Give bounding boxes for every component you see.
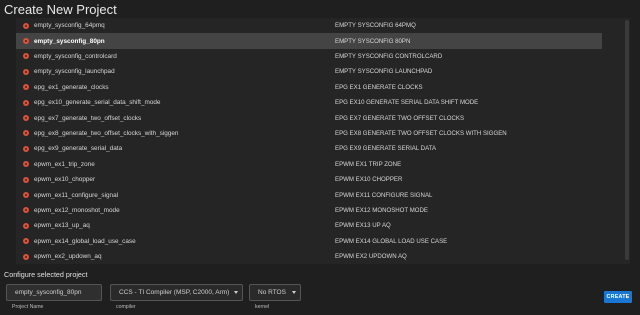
project-name: empty_sysconfig_64pmq [34, 22, 105, 30]
project-icon [23, 161, 29, 168]
project-name: epg_ex7_generate_two_offset_clocks [34, 114, 142, 122]
project-description: EPG EX8 GENERATE TWO OFFSET CLOCKS WITH … [335, 129, 507, 137]
project-name-field[interactable]: empty_sysconfig_80pn [6, 284, 102, 301]
scrollbar-thumb[interactable] [625, 20, 629, 260]
project-description: EPWM EX14 GLOBAL LOAD USE CASE [335, 237, 448, 245]
project-row[interactable]: epwm_ex1_trip_zone EPWM EX1 TRIP ZONE [16, 157, 602, 172]
project-row[interactable]: epwm_ex13_up_aq EPWM EX13 UP AQ [16, 218, 602, 233]
project-description: EPWM EX1 TRIP ZONE [335, 160, 402, 168]
project-row[interactable]: empty_sysconfig_launchpad EMPTY SYSCONFIG… [16, 64, 602, 79]
project-row[interactable]: epwm_ex2_updown_aq EPWM EX2 UPDOWN AQ [16, 249, 602, 264]
project-name: epg_ex8_generate_two_offset_clocks_with_… [34, 129, 179, 137]
project-row[interactable]: epwm_ex12_monoshot_mode EPWM EX12 MONOSHO… [16, 203, 602, 218]
project-description: EMPTY SYSCONFIG 64PMQ [335, 22, 416, 30]
project-icon [23, 192, 29, 199]
project-icon [23, 130, 29, 137]
project-description: EPG EX7 GENERATE TWO OFFSET CLOCKS [335, 114, 465, 122]
project-name: epwm_ex13_up_aq [34, 222, 90, 230]
chevron-down-icon [234, 291, 238, 294]
project-name: epg_ex9_generate_serial_data [34, 145, 123, 153]
create-button[interactable]: CREATE [604, 291, 632, 303]
project-icon [23, 38, 29, 45]
project-row[interactable]: epwm_ex10_chopper EPWM EX10 CHOPPER [16, 172, 602, 187]
project-row[interactable]: epg_ex1_generate_clocks EPG EX1 GENERATE … [16, 80, 602, 95]
project-row[interactable]: empty_sysconfig_80pn EMPTY SYSCONFIG 80PN [16, 33, 602, 49]
project-icon [23, 207, 29, 214]
compiler-label: compiler [116, 304, 136, 310]
project-icon [23, 238, 29, 245]
project-name: epwm_ex11_configure_signal [34, 191, 119, 199]
page-title-prefix: Create [4, 2, 44, 17]
project-row[interactable]: epg_ex7_generate_two_offset_clocks EPG EX… [16, 110, 602, 125]
project-description: EPWM EX2 UPDOWN AQ [335, 253, 407, 261]
project-name: epg_ex1_generate_clocks [34, 83, 109, 91]
compiler-select[interactable]: CCS - TI Compiler (MSP, C2000, Arm) [110, 284, 243, 301]
project-name: epg_ex10_generate_serial_data_shift_mode [34, 99, 161, 107]
project-name: empty_sysconfig_controlcard [34, 52, 117, 60]
project-description: EMPTY SYSCONFIG CONTROLCARD [335, 52, 443, 60]
project-icon [23, 53, 29, 60]
project-icon [23, 145, 29, 152]
project-row[interactable]: epwm_ex14_global_load_use_case EPWM EX14 … [16, 234, 602, 249]
project-name: empty_sysconfig_80pn [34, 37, 105, 45]
project-row[interactable]: epg_ex10_generate_serial_data_shift_mode… [16, 95, 602, 110]
project-row[interactable]: empty_sysconfig_64pmq EMPTY SYSCONFIG 64P… [16, 18, 602, 33]
project-icon [23, 115, 29, 122]
project-name: epwm_ex10_chopper [34, 176, 96, 184]
project-row[interactable]: epg_ex9_generate_serial_data EPG EX9 GENE… [16, 141, 602, 156]
project-description: EMPTY SYSCONFIG LAUNCHPAD [335, 68, 433, 76]
project-description: EPG EX9 GENERATE SERIAL DATA [335, 145, 437, 153]
project-row[interactable]: epg_ex8_generate_two_offset_clocks_with_… [16, 126, 602, 141]
project-description: EPG EX10 GENERATE SERIAL DATA SHIFT MODE [335, 99, 479, 107]
project-name: epwm_ex1_trip_zone [34, 160, 95, 168]
project-name: empty_sysconfig_launchpad [34, 68, 115, 76]
project-name: epwm_ex12_monoshot_mode [34, 206, 120, 214]
project-description: EPG EX1 GENERATE CLOCKS [335, 83, 423, 91]
project-icon [23, 253, 29, 260]
page-title: Create New Project [4, 2, 117, 17]
page-title-suffix: New Project [46, 2, 117, 17]
kernel-select[interactable]: No RTOS [249, 284, 301, 301]
project-row[interactable]: empty_sysconfig_controlcard EMPTY SYSCONF… [16, 49, 602, 64]
compiler-value: CCS - TI Compiler (MSP, C2000, Arm) [119, 289, 230, 296]
kernel-value: No RTOS [258, 289, 286, 296]
project-description: EPWM EX13 UP AQ [335, 222, 391, 230]
project-icon [23, 84, 29, 91]
project-icon [23, 68, 29, 75]
project-description: EMPTY SYSCONFIG 80PN [335, 37, 411, 45]
project-name: epwm_ex2_updown_aq [34, 253, 102, 261]
project-icon [23, 99, 29, 106]
project-name-label: Project Name [12, 304, 44, 310]
project-description: EPWM EX12 MONOSHOT MODE [335, 206, 428, 214]
project-icon [23, 176, 29, 183]
project-description: EPWM EX10 CHOPPER [335, 176, 403, 184]
project-description: EPWM EX11 CONFIGURE SIGNAL [335, 191, 433, 199]
project-name-value: empty_sysconfig_80pn [15, 289, 82, 296]
chevron-down-icon [292, 291, 296, 294]
kernel-label: kernel [255, 304, 270, 310]
project-list[interactable]: empty_sysconfig_64pmq EMPTY SYSCONFIG 64P… [16, 18, 630, 264]
project-icon [23, 22, 29, 29]
project-row[interactable]: epwm_ex11_configure_signal EPWM EX11 CONF… [16, 187, 602, 202]
project-icon [23, 222, 29, 229]
project-name: epwm_ex14_global_load_use_case [34, 237, 136, 245]
configure-section-label: Configure selected project [4, 270, 88, 279]
